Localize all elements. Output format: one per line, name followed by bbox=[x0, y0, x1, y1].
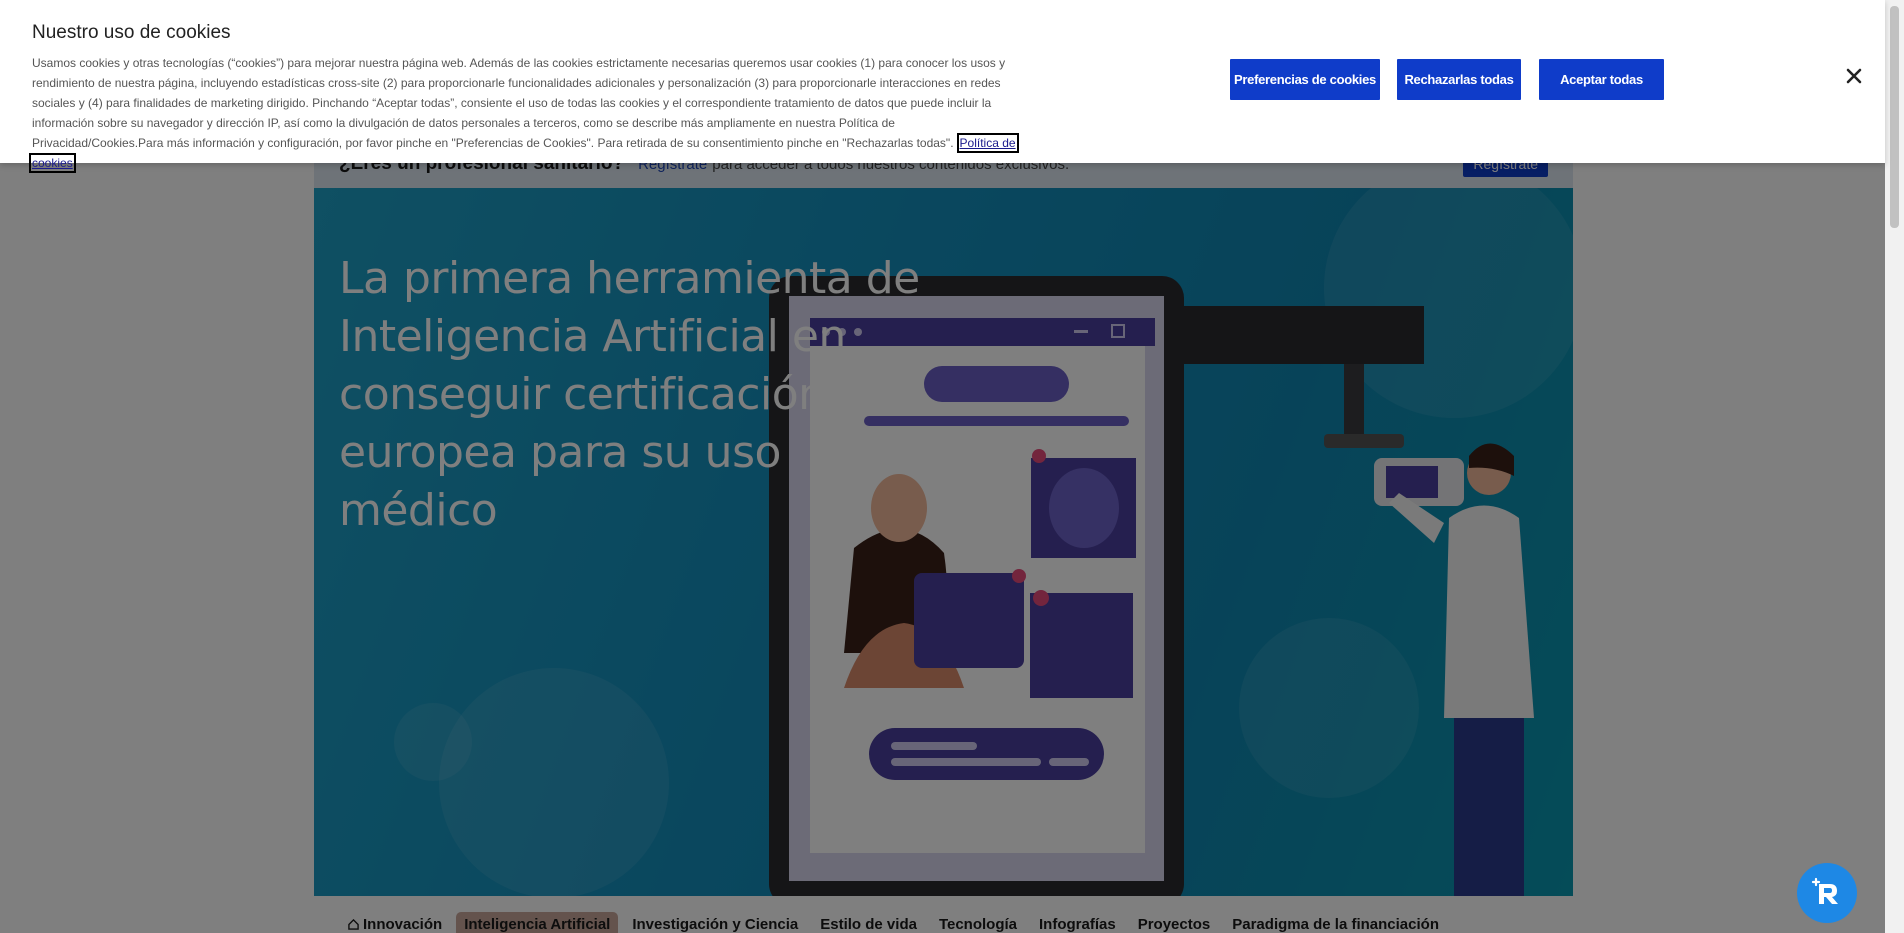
cookie-title: Nuestro uso de cookies bbox=[32, 22, 231, 43]
page-scrollbar[interactable] bbox=[1885, 0, 1904, 933]
cookie-body-text: Usamos cookies y otras tecnologías (“coo… bbox=[32, 56, 1006, 150]
chat-assistant-icon bbox=[1811, 877, 1838, 904]
close-icon[interactable] bbox=[1844, 66, 1864, 86]
accept-all-button[interactable]: Aceptar todas bbox=[1539, 59, 1664, 100]
chat-assistant-button[interactable] bbox=[1797, 863, 1857, 923]
reject-all-button[interactable]: Rechazarlas todas bbox=[1397, 59, 1521, 100]
cookie-description: Usamos cookies y otras tecnologías (“coo… bbox=[29, 53, 1022, 173]
cookie-banner: Nuestro uso de cookies Usamos cookies y … bbox=[0, 0, 1885, 173]
cookie-preferences-button[interactable]: Preferencias de cookies bbox=[1230, 59, 1380, 100]
scrollbar-thumb[interactable] bbox=[1890, 6, 1899, 228]
